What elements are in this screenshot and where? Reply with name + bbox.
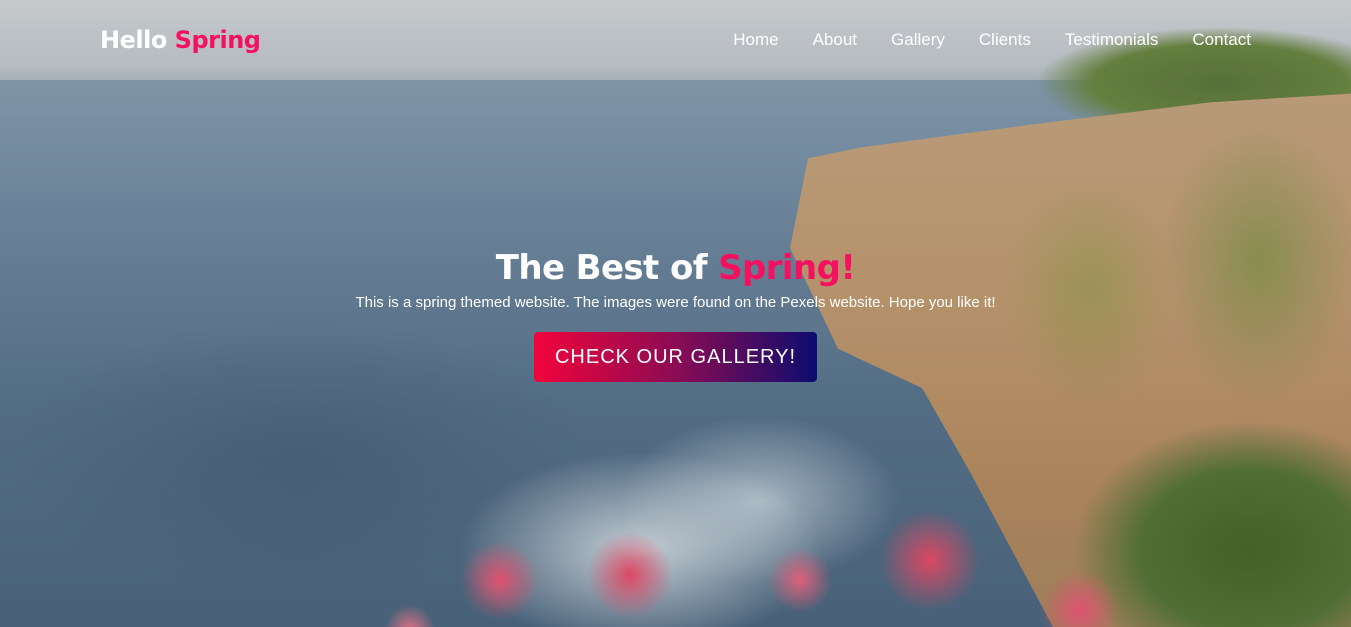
nav-item: Gallery — [857, 30, 945, 50]
nav-link-home[interactable]: Home — [733, 30, 778, 50]
nav-item: Clients — [945, 30, 1031, 50]
nav-menu: Home About Gallery Clients Testimonials … — [699, 30, 1251, 50]
brand-logo-first: Hello — [100, 26, 167, 54]
brand-logo-second: Spring — [174, 26, 261, 54]
nav-link-clients[interactable]: Clients — [979, 30, 1031, 50]
hero-tagline: This is a spring themed website. The ima… — [355, 294, 996, 311]
hero-headline-highlight: Spring! — [718, 248, 856, 288]
nav-link-testimonials[interactable]: Testimonials — [1065, 30, 1159, 50]
nav-item: Contact — [1158, 30, 1251, 50]
navbar: Hello Spring Home About Gallery Clients … — [0, 0, 1351, 80]
check-gallery-button[interactable]: CHECK OUR GALLERY! — [534, 332, 817, 382]
nav-link-contact[interactable]: Contact — [1192, 30, 1251, 50]
nav-item: Testimonials — [1031, 30, 1159, 50]
nav-link-about[interactable]: About — [813, 30, 857, 50]
nav-item: About — [779, 30, 857, 50]
hero-headline-part1: The Best of — [495, 248, 719, 288]
nav-link-gallery[interactable]: Gallery — [891, 30, 945, 50]
hero-section: Hello Spring Home About Gallery Clients … — [0, 0, 1351, 627]
nav-item: Home — [699, 30, 778, 50]
hero-content: The Best of Spring! This is a spring the… — [0, 246, 1351, 382]
brand-logo[interactable]: Hello Spring — [100, 26, 261, 54]
hero-headline: The Best of Spring! — [0, 246, 1351, 290]
